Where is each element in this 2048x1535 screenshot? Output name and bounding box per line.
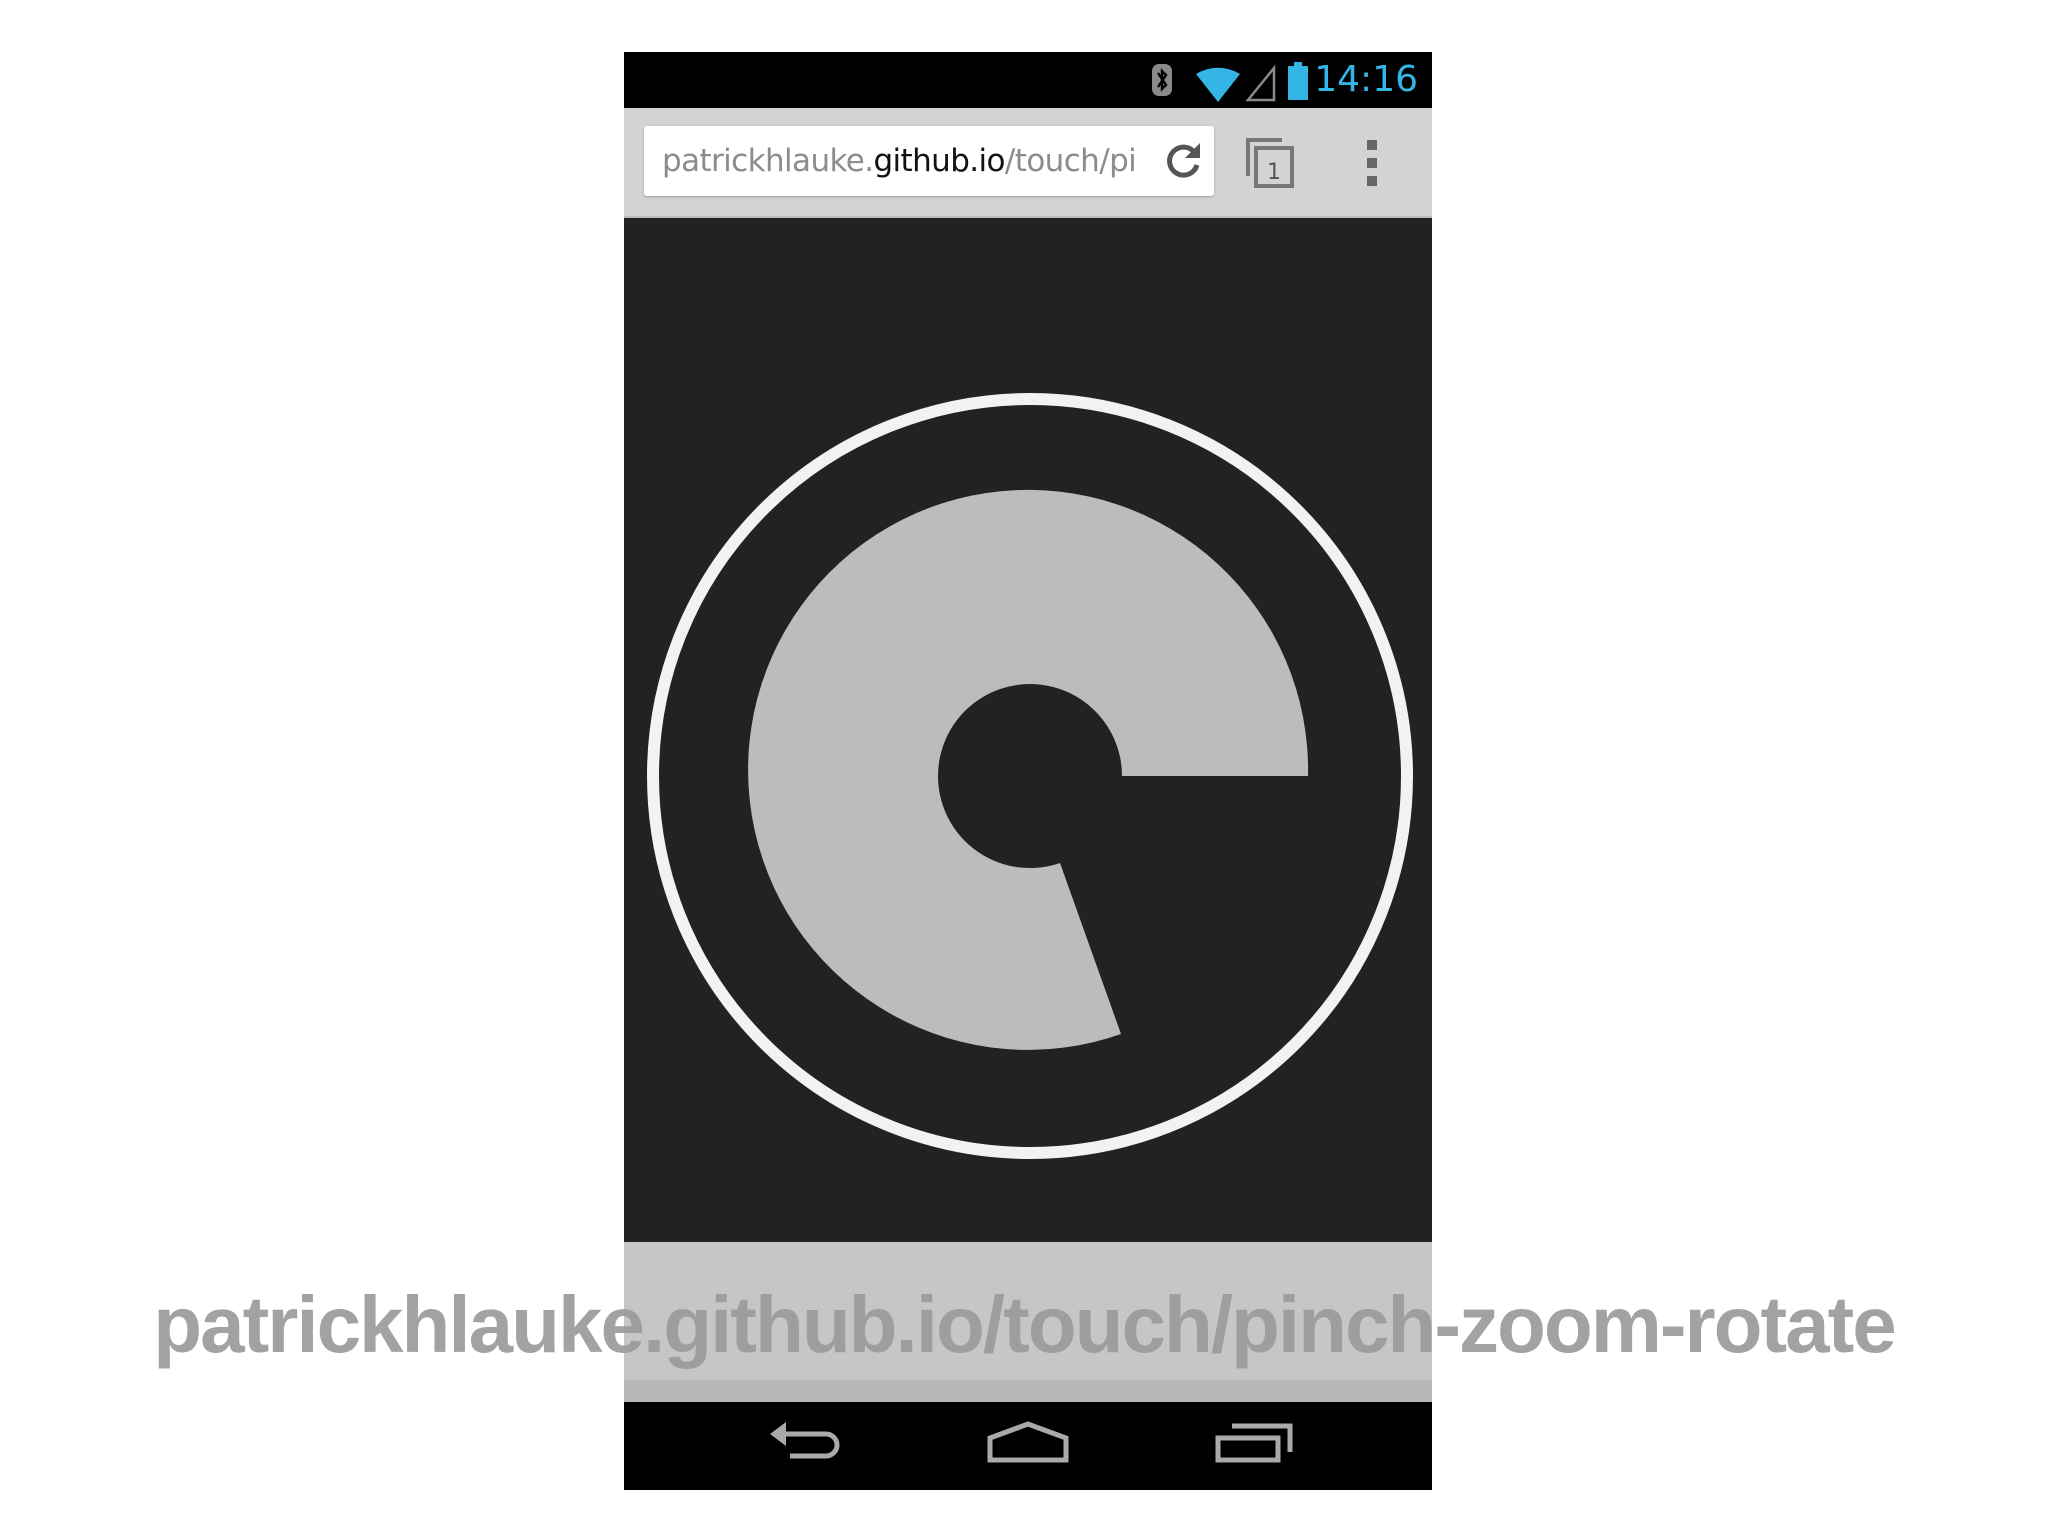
status-bar: 14:16 — [624, 52, 1432, 108]
wifi-icon — [1196, 67, 1240, 102]
tab-count: 1 — [1267, 160, 1281, 185]
url-path: /touch/pi — [1004, 143, 1137, 179]
bluetooth-icon — [1152, 64, 1172, 96]
address-bar[interactable]: patrickhlauke.github.io/touch/pi — [644, 126, 1214, 196]
status-icons — [1152, 62, 1308, 102]
url-text[interactable]: patrickhlauke.github.io/touch/pi — [662, 126, 1142, 196]
url-prefix: patrickhlauke. — [662, 143, 874, 179]
reload-icon[interactable] — [1162, 140, 1204, 182]
slide-caption-url: patrickhlauke.github.io/touch/pinch-zoom… — [153, 1280, 1897, 1369]
rotating-shape[interactable] — [748, 489, 1309, 1050]
browser-toolbar: patrickhlauke.github.io/touch/pi 1 — [624, 108, 1432, 218]
battery-icon — [1288, 62, 1308, 100]
back-icon[interactable] — [764, 1414, 844, 1474]
pinch-zoom-rotate-canvas[interactable] — [624, 218, 1432, 1242]
home-icon[interactable] — [986, 1414, 1070, 1474]
system-nav-bar — [624, 1402, 1432, 1490]
cell-signal-icon — [1245, 64, 1276, 102]
web-content[interactable] — [624, 218, 1432, 1242]
status-clock: 14:16 — [1314, 59, 1418, 100]
overflow-menu-icon[interactable] — [1362, 138, 1382, 188]
recent-apps-icon[interactable] — [1214, 1414, 1296, 1474]
tab-switcher-button[interactable]: 1 — [1244, 136, 1298, 190]
url-host: github.io — [873, 143, 1005, 179]
